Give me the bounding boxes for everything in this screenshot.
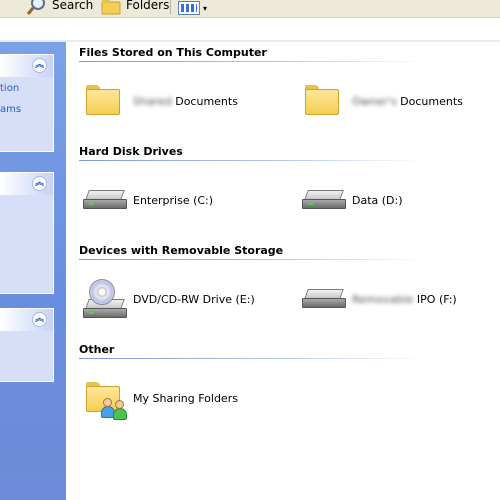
item-name: Enterprise (C:) <box>133 193 214 207</box>
folders-button-label: Folders <box>126 0 170 12</box>
group-title-other: Other <box>79 343 115 356</box>
dvd-drive-icon <box>81 277 131 321</box>
group-divider <box>79 61 424 62</box>
task-panel-3-header[interactable]: ︽ <box>0 309 53 331</box>
task-link-1[interactable]: tion <box>0 83 53 94</box>
removable-drive-icon <box>300 277 350 321</box>
item-name: IPO (F:) <box>416 292 457 306</box>
item-name: Data (D:) <box>352 193 403 207</box>
toolbar-separator <box>170 0 171 14</box>
data-d-drive-item[interactable]: Data (D:) <box>300 178 403 222</box>
item-name: Documents <box>400 94 463 108</box>
folders-icon <box>101 0 121 15</box>
group-title-files: Files Stored on This Computer <box>79 46 267 59</box>
collapse-chevron-icon[interactable]: ︽ <box>32 176 47 191</box>
address-bar-area <box>0 18 500 42</box>
folder-icon <box>300 79 350 123</box>
collapse-chevron-icon[interactable]: ︽ <box>32 58 47 73</box>
item-name-prefix: Shared <box>133 94 172 108</box>
item-name-prefix: Owner's <box>352 94 397 108</box>
task-pane: ︽ tion ams ︽ ︽ <box>0 42 66 500</box>
item-name: My Sharing Folders <box>133 391 238 405</box>
item-name: DVD/CD-RW Drive (E:) <box>133 292 255 306</box>
group-title-removable-storage: Devices with Removable Storage <box>79 244 284 257</box>
my-computer-window: Search Folders ▾ ︽ tion ams ︽ ︽ Files St… <box>0 0 500 500</box>
search-button-label: Search <box>52 0 94 12</box>
group-title-hard-disk-drives: Hard Disk Drives <box>79 145 183 158</box>
group-divider <box>79 160 424 161</box>
search-button[interactable]: Search <box>26 0 93 16</box>
hard-drive-icon <box>300 178 350 222</box>
owner-documents-item[interactable]: Owner's Documents <box>300 79 463 123</box>
task-panel-1: ︽ tion ams <box>0 54 54 152</box>
enterprise-c-drive-item[interactable]: Enterprise (C:) <box>81 178 213 222</box>
folders-button[interactable]: Folders <box>100 0 169 16</box>
group-divider <box>79 259 424 260</box>
shared-documents-item[interactable]: Shared Documents <box>81 79 238 123</box>
collapse-chevron-icon[interactable]: ︽ <box>32 312 47 327</box>
views-dropdown-icon[interactable]: ▾ <box>203 4 207 13</box>
search-icon <box>26 0 45 15</box>
task-panel-3: ︽ <box>0 308 54 382</box>
item-name: Documents <box>175 94 238 108</box>
task-link-2[interactable]: ams <box>0 104 53 115</box>
sharing-folder-icon <box>81 376 131 420</box>
task-panel-2-header[interactable]: ︽ <box>0 173 53 195</box>
toolbar: Search Folders ▾ <box>0 0 500 18</box>
ipo-f-drive-item[interactable]: Removable IPO (F:) <box>300 277 457 321</box>
task-panel-2: ︽ <box>0 172 54 294</box>
views-icon <box>178 1 200 15</box>
group-divider <box>79 358 424 359</box>
views-button[interactable]: ▾ <box>178 0 207 16</box>
hard-drive-icon <box>81 178 131 222</box>
my-sharing-folders-item[interactable]: My Sharing Folders <box>81 376 238 420</box>
task-panel-1-header[interactable]: ︽ <box>0 55 53 77</box>
main-content: Files Stored on This Computer Shared Doc… <box>66 42 500 500</box>
item-name-prefix: Removable <box>352 292 414 306</box>
dvd-cd-rw-drive-item[interactable]: DVD/CD-RW Drive (E:) <box>81 277 255 321</box>
folder-icon <box>81 79 131 123</box>
